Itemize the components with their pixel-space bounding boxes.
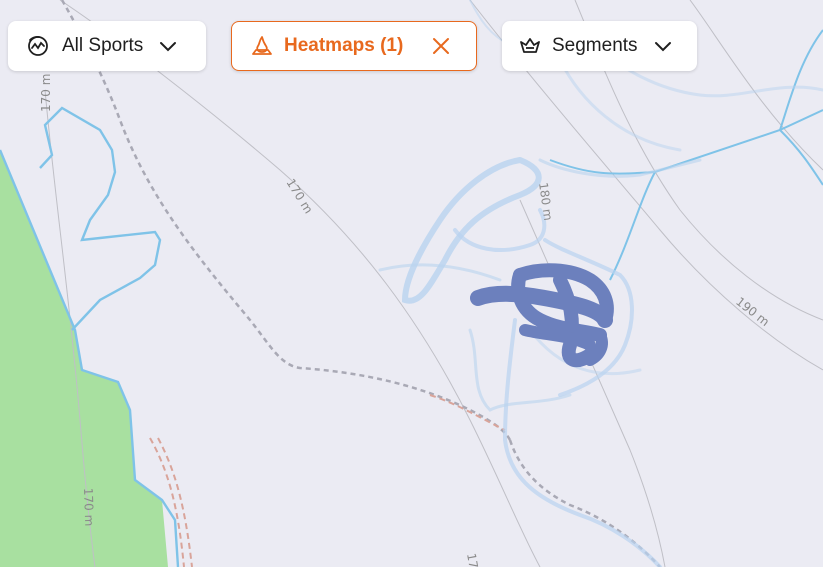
chevron-down-icon xyxy=(652,35,674,57)
segments-icon xyxy=(517,33,543,59)
track-lines xyxy=(60,0,661,567)
contour-label: 17 xyxy=(464,552,480,567)
map-canvas[interactable]: 170 m 170 m 180 m 190 m 170 m 17 xyxy=(0,0,823,567)
all-sports-label: All Sports xyxy=(62,35,144,56)
filter-toolbar: All Sports Heatmaps (1) Segments xyxy=(0,0,823,80)
close-icon[interactable] xyxy=(430,35,452,57)
heatmaps-filter-button[interactable]: Heatmaps (1) xyxy=(231,21,477,71)
segments-label: Segments xyxy=(552,35,638,56)
all-sports-icon xyxy=(25,33,51,59)
heatmap-hotspot xyxy=(470,263,614,368)
contour-label: 170 m xyxy=(283,176,315,216)
heatmap-icon xyxy=(249,33,275,59)
contour-line xyxy=(519,199,666,567)
contour-label: 180 m xyxy=(536,181,555,221)
all-sports-dropdown[interactable]: All Sports xyxy=(8,21,206,71)
chevron-down-icon xyxy=(157,35,179,57)
heatmaps-label: Heatmaps (1) xyxy=(284,35,404,56)
segments-dropdown[interactable]: Segments xyxy=(502,21,697,71)
contour-label: 190 m xyxy=(733,294,772,329)
contour-label: 170 m xyxy=(81,488,96,527)
